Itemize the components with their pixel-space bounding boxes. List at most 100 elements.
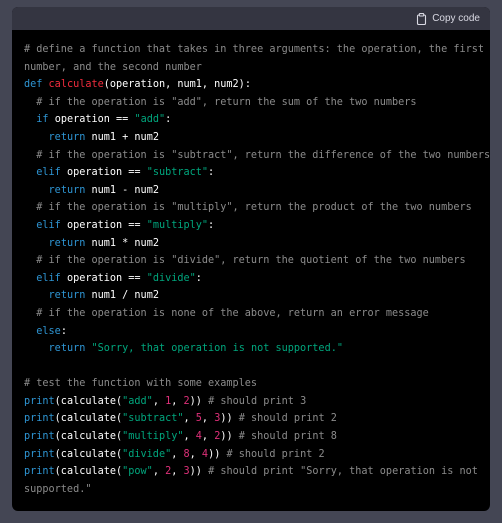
code-token: # test the function with some examples: [24, 378, 258, 390]
code-token: print: [24, 466, 55, 478]
code-line: # if the operation is "subtract", return…: [24, 147, 490, 165]
copy-code-button[interactable]: Copy code: [416, 10, 480, 27]
code-token: print: [24, 395, 55, 407]
code-block: Copy code # define a function that takes…: [12, 7, 490, 511]
code-token: "multiply": [122, 431, 184, 443]
code-line: def calculate(operation, num1, num2):: [24, 76, 480, 94]
code-line: print(calculate("divide", 8, 4)) # shoul…: [24, 446, 480, 464]
code-line: return num1 / num2: [24, 287, 480, 305]
code-line: # if the operation is none of the above,…: [24, 305, 480, 323]
code-line: else:: [24, 323, 480, 341]
code-line: return "Sorry, that operation is not sup…: [24, 340, 480, 358]
code-token: )): [189, 466, 209, 478]
code-token: return: [48, 343, 86, 355]
code-token: ,: [171, 448, 184, 460]
code-token: "add": [122, 395, 153, 407]
code-token: num1 - num2: [85, 184, 159, 196]
code-token: ,: [171, 466, 184, 478]
code-line: elif operation == "multiply":: [24, 217, 480, 235]
code-token: operation ==: [48, 114, 135, 126]
code-token: :: [208, 219, 215, 231]
code-line: print(calculate("add", 1, 2)) # should p…: [24, 393, 480, 411]
code-token: ,: [152, 395, 166, 407]
code-token: operation ==: [60, 167, 147, 179]
code-token: calculate: [48, 79, 104, 91]
code-block-header: Copy code: [12, 7, 490, 30]
code-token: return: [48, 184, 86, 196]
code-token: # define a function that takes in three …: [24, 44, 485, 55]
code-token: elif: [36, 219, 61, 231]
code-line: # define a function that takes in three …: [24, 41, 484, 59]
code-line: # if the operation is "add", return the …: [24, 94, 480, 112]
code-token: ,: [201, 413, 215, 425]
code-token: print: [24, 448, 55, 460]
code-token: num1 / num2: [85, 290, 159, 302]
code-token: # if the operation is none of the above,…: [24, 307, 429, 319]
code-token: # should print 2: [238, 413, 337, 425]
code-token: elif: [36, 167, 61, 179]
code-token: ,: [183, 413, 196, 425]
code-token: ,: [171, 395, 184, 407]
code-content: # define a function that takes in three …: [24, 41, 490, 499]
code-token: ,: [189, 448, 202, 460]
code-line: # test the function with some examples: [24, 375, 480, 393]
code-token: num1 * num2: [85, 237, 159, 249]
code-token: )): [220, 431, 239, 443]
code-token: else: [36, 325, 61, 337]
code-token: )): [208, 448, 227, 460]
code-token: "multiply": [146, 219, 209, 231]
code-token: )): [220, 413, 239, 425]
code-token: (calculate(: [54, 413, 123, 425]
code-token: num1 + num2: [85, 131, 159, 143]
code-token: :: [165, 114, 172, 126]
code-token: print: [24, 413, 55, 425]
code-line: print(calculate("pow", 2, 3)) # should p…: [24, 463, 480, 481]
code-token: # if the operation is "subtract", return…: [24, 149, 490, 161]
code-line: print(calculate("subtract", 5, 3)) # sho…: [24, 410, 480, 428]
code-token: print: [24, 431, 55, 443]
code-token: return: [48, 290, 86, 302]
code-token: return: [48, 237, 86, 249]
code-token: # should print 2: [226, 448, 325, 460]
code-token: (calculate(: [54, 466, 123, 478]
code-token: :: [208, 167, 215, 179]
code-line: supported.": [24, 481, 480, 499]
code-token: def: [24, 79, 49, 91]
code-token: # should print "Sorry, that operation is…: [208, 466, 478, 478]
code-line: return num1 * num2: [24, 235, 480, 253]
code-token: return: [48, 131, 86, 143]
code-line: print(calculate("multiply", 4, 2)) # sho…: [24, 428, 480, 446]
code-token: ,: [152, 466, 166, 478]
code-line: return num1 + num2: [24, 129, 480, 147]
code-token: :: [60, 325, 67, 337]
code-token: supported.": [24, 483, 92, 495]
code-token: # if the operation is "multiply", return…: [24, 202, 472, 214]
code-line: elif operation == "subtract":: [24, 164, 480, 182]
code-token: (calculate(: [54, 431, 123, 443]
code-token: elif: [36, 272, 61, 284]
code-token: :: [195, 272, 202, 284]
copy-code-label: Copy code: [432, 13, 480, 24]
code-token: if: [36, 114, 49, 126]
code-line: elif operation == "divide":: [24, 270, 480, 288]
code-token: "divide": [122, 448, 172, 460]
code-token: "subtract": [146, 167, 209, 179]
code-token: ,: [183, 431, 196, 443]
code-token: operation ==: [60, 219, 147, 231]
code-token: (operation, num1, num2):: [103, 79, 251, 91]
code-token: operation ==: [60, 272, 147, 284]
code-token: "subtract": [122, 413, 184, 425]
code-token: ,: [201, 431, 215, 443]
code-line: # if the operation is "divide", return t…: [24, 252, 480, 270]
clipboard-icon: [416, 12, 427, 25]
